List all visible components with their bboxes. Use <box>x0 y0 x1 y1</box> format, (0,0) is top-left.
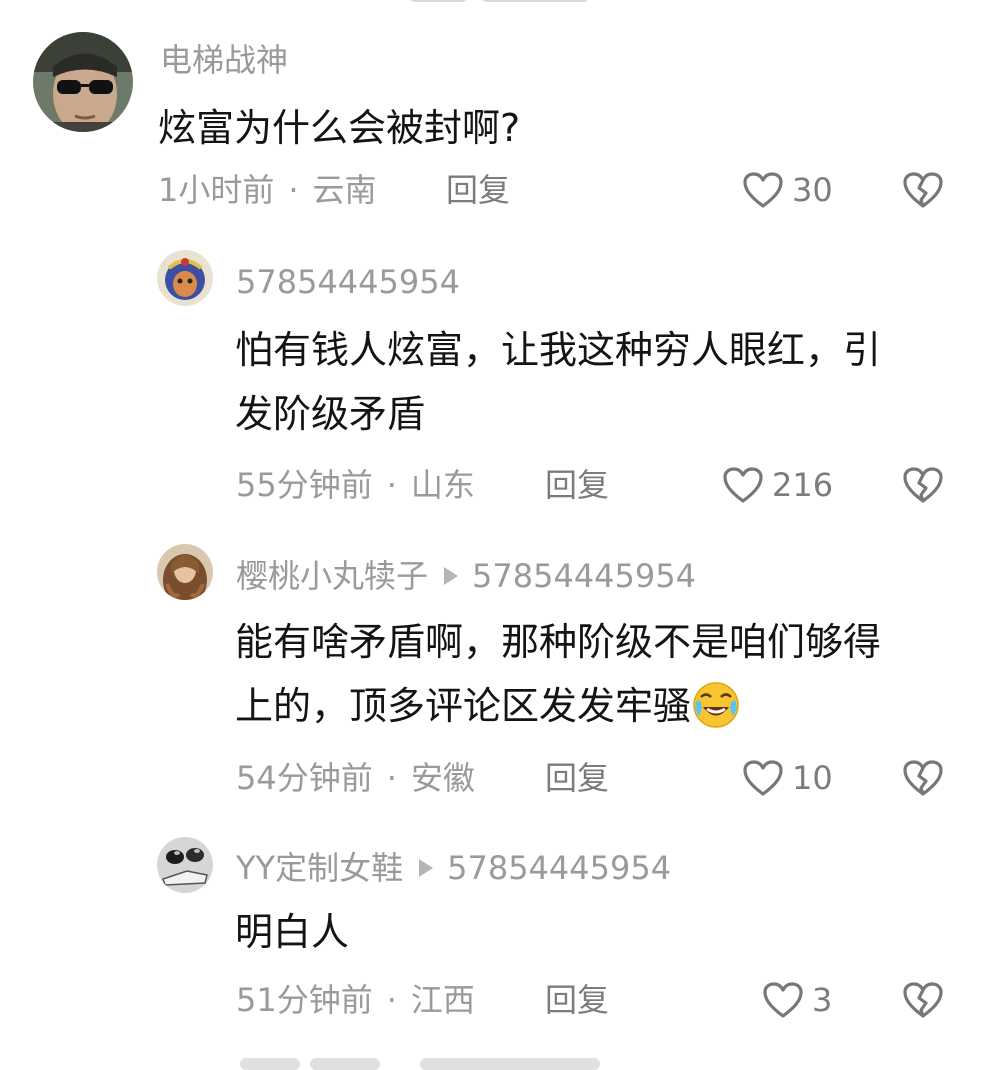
comment-time: 55分钟前 <box>236 466 373 504</box>
next-comment-fragment <box>0 1058 988 1070</box>
comment-content-line: 能有啥矛盾啊，那种阶级不是咱们够得 <box>235 620 882 664</box>
like-count: 3 <box>812 981 833 1019</box>
long-hair-avatar-icon <box>157 544 213 600</box>
comment-content-line: 怕有钱人炫富，让我这种穷人眼红，引 <box>235 328 882 372</box>
comment-location: 山东 <box>410 466 475 504</box>
dislike-button[interactable] <box>902 465 944 505</box>
reply-target-username[interactable]: 57854445954 <box>447 849 671 887</box>
like-button[interactable]: 30 <box>742 170 833 210</box>
user-avatar[interactable] <box>157 544 213 600</box>
dislike-button[interactable] <box>902 170 944 210</box>
heart-icon <box>763 982 803 1018</box>
reply-arrow-icon <box>444 567 459 585</box>
broken-heart-icon <box>903 982 943 1018</box>
like-button[interactable]: 3 <box>762 980 832 1020</box>
comment-content-line: 明白人 <box>235 910 350 954</box>
reply-button[interactable]: 回复 <box>545 758 609 798</box>
user-avatar[interactable] <box>157 837 213 893</box>
comment-content-line: 上的，顶多评论区发发牢骚 <box>235 684 692 728</box>
reply-target-username[interactable]: 57854445954 <box>472 557 696 595</box>
previous-comment-fragment <box>0 0 988 6</box>
reply-arrow-icon <box>419 859 434 877</box>
comment-meta: 1小时前 · 云南 <box>158 171 377 209</box>
comment-username-text[interactable]: YY定制女鞋 <box>236 849 403 887</box>
broken-heart-icon <box>903 172 943 208</box>
man-sunglasses-avatar-icon <box>33 32 133 132</box>
comment-content: 明白人 <box>235 900 349 964</box>
comment-time: 1小时前 <box>158 171 275 209</box>
comment-time: 51分钟前 <box>236 981 373 1019</box>
blue-cartoon-avatar-icon <box>157 250 213 306</box>
comment-username[interactable]: 樱桃小丸犊子 57854445954 <box>236 556 696 596</box>
comment-content-line: 发阶级矛盾 <box>235 392 426 436</box>
comment-username[interactable]: YY定制女鞋 57854445954 <box>236 848 671 888</box>
dislike-button[interactable] <box>902 980 944 1020</box>
comment-meta: 54分钟前 · 安徽 <box>236 759 475 797</box>
comment-location: 云南 <box>312 171 377 209</box>
comment-username-text[interactable]: 樱桃小丸犊子 <box>236 557 428 595</box>
like-count: 10 <box>792 759 833 797</box>
dislike-button[interactable] <box>902 758 944 798</box>
like-button[interactable]: 10 <box>742 758 833 798</box>
comment-username[interactable]: 57854445954 <box>236 262 460 302</box>
comment-username[interactable]: 电梯战神 <box>160 40 288 80</box>
comment-content: 能有啥矛盾啊，那种阶级不是咱们够得 上的，顶多评论区发发牢骚 <box>235 610 881 738</box>
comment-location: 安徽 <box>410 759 475 797</box>
comment-content: 炫富为什么会被封啊? <box>158 96 520 160</box>
reply-button[interactable]: 回复 <box>545 465 609 505</box>
reply-button[interactable]: 回复 <box>446 170 510 210</box>
comment-content-line: 炫富为什么会被封啊? <box>158 106 521 150</box>
like-count: 30 <box>792 171 833 209</box>
user-avatar[interactable] <box>157 250 213 306</box>
comment-content: 怕有钱人炫富，让我这种穷人眼红，引 发阶级矛盾 <box>235 318 881 446</box>
like-count: 216 <box>772 466 834 504</box>
comment-meta: 55分钟前 · 山东 <box>236 466 475 504</box>
heart-icon <box>723 467 763 503</box>
reply-button[interactable]: 回复 <box>545 980 609 1020</box>
comment-location: 江西 <box>410 981 475 1019</box>
shoes-avatar-icon <box>157 837 213 893</box>
crying-laughing-emoji-icon <box>691 680 741 730</box>
user-avatar[interactable] <box>33 32 133 132</box>
comment-meta: 51分钟前 · 江西 <box>236 981 475 1019</box>
broken-heart-icon <box>903 467 943 503</box>
like-button[interactable]: 216 <box>722 465 833 505</box>
comment-time: 54分钟前 <box>236 759 373 797</box>
heart-icon <box>743 172 783 208</box>
broken-heart-icon <box>903 760 943 796</box>
heart-icon <box>743 760 783 796</box>
